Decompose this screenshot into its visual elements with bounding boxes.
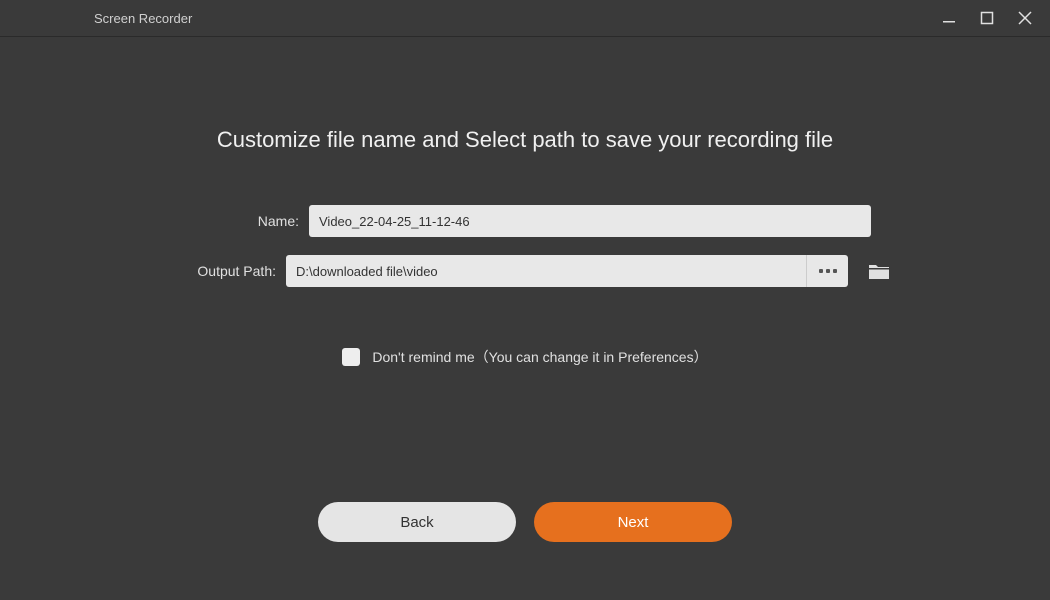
open-folder-button[interactable] [864, 258, 894, 284]
output-path-row: Output Path: [156, 255, 894, 287]
titlebar-left: Screen Recorder [24, 11, 192, 26]
app-title: Screen Recorder [94, 11, 192, 26]
close-icon [1017, 10, 1033, 26]
next-button[interactable]: Next [534, 502, 732, 542]
name-row: Name: [179, 205, 871, 237]
nav-buttons: Back Next [318, 502, 732, 542]
name-label: Name: [179, 213, 299, 229]
maximize-button[interactable] [976, 7, 998, 29]
output-path-input[interactable] [286, 255, 806, 287]
minimize-icon [942, 11, 956, 25]
folder-icon [867, 261, 891, 281]
path-input-wrapper [286, 255, 848, 287]
close-button[interactable] [1014, 7, 1036, 29]
window-controls [938, 7, 1036, 29]
ellipsis-dot [833, 269, 837, 273]
ellipsis-dot [826, 269, 830, 273]
maximize-icon [980, 11, 994, 25]
minimize-button[interactable] [938, 7, 960, 29]
dont-remind-checkbox[interactable] [342, 348, 360, 366]
page-heading: Customize file name and Select path to s… [217, 127, 833, 153]
back-button[interactable]: Back [318, 502, 516, 542]
dont-remind-row: Don't remind me（You can change it in Pre… [342, 347, 707, 367]
dont-remind-label: Don't remind me（You can change it in Pre… [372, 347, 707, 367]
name-input[interactable] [309, 205, 871, 237]
content-area: Customize file name and Select path to s… [0, 37, 1050, 542]
output-path-label: Output Path: [156, 263, 276, 279]
browse-button[interactable] [806, 255, 848, 287]
titlebar: Screen Recorder [0, 0, 1050, 36]
path-row-inner [286, 255, 848, 287]
ellipsis-dot [819, 269, 823, 273]
